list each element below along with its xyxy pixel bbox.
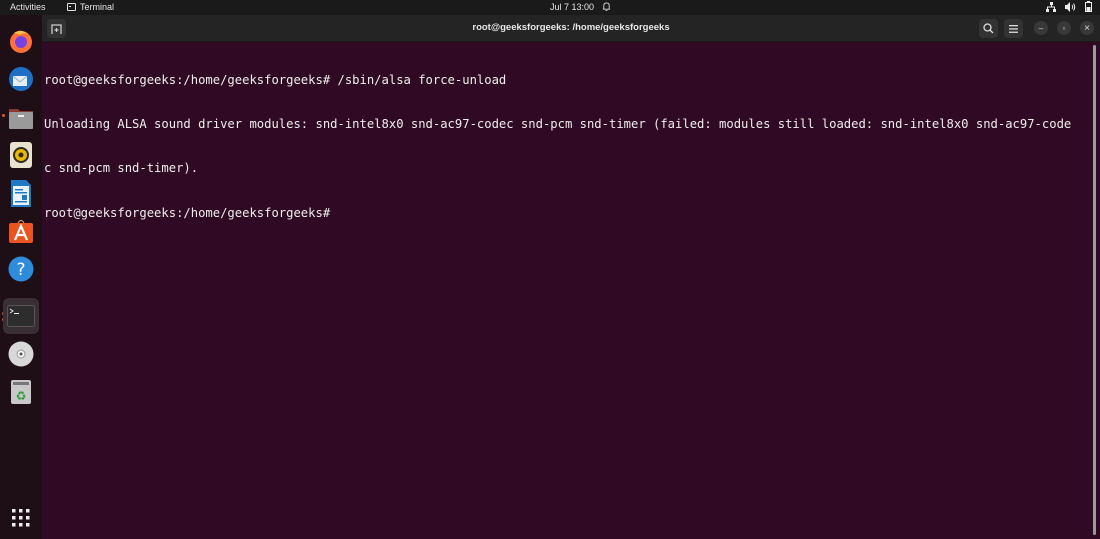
show-applications-button[interactable]: [5, 502, 37, 534]
volume-icon: [1065, 1, 1076, 12]
dock: ? ♻: [0, 15, 42, 539]
clock[interactable]: Jul 7 13:00: [550, 2, 594, 12]
software-icon: [9, 220, 33, 243]
terminal-scrollbar[interactable]: [1093, 45, 1096, 535]
terminal-line: c snd-pcm snd-timer).: [44, 161, 199, 176]
trash-icon: ♻: [11, 380, 31, 404]
apps-grid-icon: [12, 509, 30, 527]
maximize-button[interactable]: ▫: [1057, 21, 1071, 35]
notification-bell-icon: [602, 2, 611, 11]
minimize-button[interactable]: –: [1034, 21, 1048, 35]
dock-thunderbird[interactable]: [5, 63, 37, 95]
top-bar: Activities Terminal Jul 7 13:00: [0, 0, 1100, 15]
window-title: root@geeksforgeeks: /home/geeksforgeeks: [472, 22, 670, 33]
dock-software[interactable]: [5, 215, 37, 247]
terminal-icon: [7, 305, 35, 327]
files-icon: [9, 109, 33, 129]
app-name: Terminal: [80, 2, 115, 12]
rhythmbox-icon: [10, 142, 32, 168]
restore-icon: ▫: [1062, 23, 1066, 33]
terminal-line: root@geeksforgeeks:/home/geeksforgeeks# …: [44, 72, 507, 87]
help-icon: ?: [8, 256, 34, 282]
terminal-output[interactable]: root@geeksforgeeks:/home/geeksforgeeks# …: [44, 43, 1086, 250]
terminal-small-icon: [67, 3, 76, 11]
firefox-icon: [10, 30, 32, 53]
thunderbird-icon: [9, 67, 33, 91]
hamburger-menu-icon: [1009, 24, 1018, 33]
dock-rhythmbox[interactable]: [5, 139, 37, 171]
terminal-window: root@geeksforgeeks: /home/geeksforgeeks …: [42, 15, 1100, 539]
search-button[interactable]: [979, 19, 998, 38]
dock-disc[interactable]: [5, 338, 37, 370]
close-button[interactable]: ×: [1080, 21, 1094, 35]
app-menu[interactable]: Terminal: [67, 2, 114, 12]
system-tray[interactable]: [1046, 1, 1092, 12]
dock-terminal[interactable]: [3, 298, 39, 334]
terminal-prompt-line: root@geeksforgeeks:/home/geeksforgeeks#: [44, 205, 338, 220]
writer-icon: [11, 179, 31, 207]
network-icon: [1046, 1, 1056, 12]
svg-text:?: ?: [16, 260, 25, 280]
dock-firefox[interactable]: [5, 25, 37, 57]
dock-writer[interactable]: [5, 177, 37, 209]
close-icon: ×: [1084, 22, 1090, 34]
header-bar: root@geeksforgeeks: /home/geeksforgeeks …: [42, 15, 1100, 42]
minimize-icon: –: [1038, 23, 1044, 33]
search-icon: [983, 23, 994, 34]
activities-button[interactable]: Activities: [10, 2, 46, 12]
dock-help[interactable]: ?: [5, 253, 37, 285]
battery-icon: [1085, 1, 1092, 12]
terminal-line: Unloading ALSA sound driver modules: snd…: [44, 116, 1072, 131]
dock-trash[interactable]: ♻: [5, 376, 37, 408]
dock-files[interactable]: [5, 102, 37, 134]
disc-icon: [8, 341, 34, 367]
svg-text:♻: ♻: [16, 389, 27, 403]
menu-button[interactable]: [1004, 19, 1023, 38]
